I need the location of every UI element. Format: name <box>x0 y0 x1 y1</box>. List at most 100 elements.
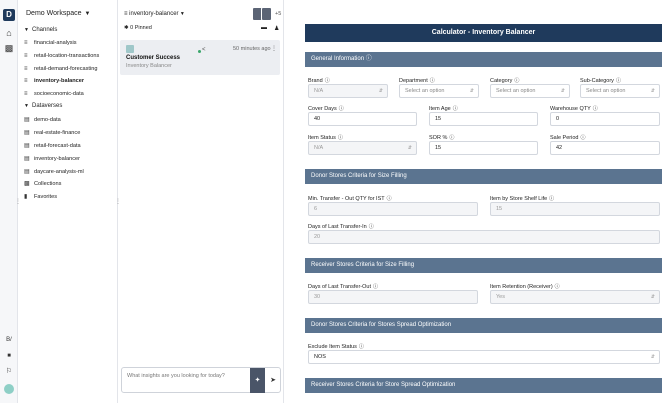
channel-item[interactable]: ≡ financial-analysis <box>24 40 77 46</box>
share-icon[interactable]: < <box>202 47 206 53</box>
message-title: Customer Success <box>126 55 181 61</box>
send-icon[interactable]: ➤ <box>267 372 279 390</box>
resize-handle[interactable]: ⋮ <box>15 198 21 205</box>
dataverse-item[interactable]: ▤ demo-data <box>24 116 61 123</box>
last-transfer-in-label: Days of Last Transfer-In ⓘ <box>308 224 374 230</box>
subcategory-label: Sub-Category ⓘ <box>580 78 621 84</box>
updown-icon: ⇵ <box>650 88 655 94</box>
chevron-down-icon: ▼ <box>84 11 91 17</box>
section-receiver-size: Receiver Stores Criteria for Size Fillin… <box>305 258 662 273</box>
item-age-label: Item Age ⓘ <box>429 106 458 112</box>
sor-label: SOR % ⓘ <box>429 135 455 141</box>
updown-icon: ⇵ <box>560 88 565 94</box>
channel-item[interactable]: ≡ socioeconomic-data <box>24 91 84 97</box>
section-donor-size: Donor Stores Criteria for Size Filling <box>305 169 662 184</box>
database-icon: ▤ <box>24 117 30 123</box>
caret-down-icon: ▼ <box>24 27 29 33</box>
item-age-input[interactable]: 15 <box>429 112 538 126</box>
category-select[interactable]: Select an option ⇵ <box>490 84 570 98</box>
member-count[interactable]: +5 <box>275 11 281 17</box>
database-icon: ▤ <box>24 130 30 136</box>
min-transfer-label: Min. Transfer - Out QTY for IST ⓘ <box>308 196 392 202</box>
retention-label: Item Retention (Receiver) ⓘ <box>490 284 560 290</box>
message-time: 50 minutes ago <box>233 46 271 52</box>
shelf-life-label: Item by Store Shelf Life ⓘ <box>490 196 555 202</box>
favorites-item[interactable]: ▮ Favorites <box>24 193 57 200</box>
last-transfer-in-input[interactable]: 20 <box>308 230 660 244</box>
user-icon[interactable]: ♟ <box>274 25 279 32</box>
rail-item-bv[interactable]: B/ <box>4 335 14 345</box>
briefcase-icon[interactable]: ▩ <box>4 43 14 53</box>
database-icon: ▤ <box>24 169 30 175</box>
channel-title: inventory-balancer <box>129 11 179 17</box>
pinned-toggle[interactable]: ✱ 0 Pinned <box>124 25 152 31</box>
chevron-down-icon: ▼ <box>178 11 185 17</box>
subcategory-select[interactable]: Select an option ⇵ <box>580 84 660 98</box>
dataverse-item[interactable]: ▤ real-estate-finance <box>24 129 80 136</box>
sor-input[interactable]: 15 <box>429 141 538 155</box>
dataverse-item[interactable]: ▤ inventory-balancer <box>24 155 80 162</box>
cover-days-input[interactable]: 40 <box>308 112 417 126</box>
user-avatar[interactable] <box>4 384 14 394</box>
section-receiver-spread: Receiver Stores Criteria for Store Sprea… <box>305 378 662 393</box>
caret-down-icon: ▼ <box>24 103 29 109</box>
retention-select[interactable]: Yes ⇵ <box>490 290 660 304</box>
workspace-selector[interactable]: Demo Workspace ▼ <box>26 10 90 17</box>
channel-icon: ≡ <box>24 66 28 72</box>
item-status-label: Item Status ⓘ <box>308 135 343 141</box>
ask-box[interactable]: What insights are you looking for today?… <box>121 367 281 393</box>
shelf-life-input[interactable]: 15 <box>490 202 660 216</box>
dataverse-item[interactable]: ▤ retail-forecast-data <box>24 142 81 149</box>
exclude-status-label: Exclude Item Status ⓘ <box>308 344 364 350</box>
sale-period-label: Sale Period ⓘ <box>550 135 586 141</box>
channels-label: Channels <box>32 27 58 33</box>
avatar <box>261 7 272 21</box>
calculator-title: Calculator - Inventory Balancer <box>305 24 662 42</box>
channel-item[interactable]: ≡ retail-demand-forecasting <box>24 66 97 72</box>
min-transfer-input[interactable]: 6 <box>308 202 478 216</box>
channel-icon: ≡ <box>24 53 28 59</box>
channels-section[interactable]: ▼ Channels <box>24 27 57 33</box>
resize-handle[interactable]: ⋮ <box>115 198 121 205</box>
updown-icon: ⇵ <box>469 88 474 94</box>
member-avatars[interactable] <box>252 7 274 21</box>
department-select[interactable]: Select an option ⇵ <box>399 84 479 98</box>
document-icon[interactable]: ■ <box>4 351 14 361</box>
more-icon[interactable]: ⋮ <box>271 45 277 52</box>
cover-days-label: Cover Days ⓘ <box>308 106 344 112</box>
briefcase-icon: ▩ <box>24 181 30 187</box>
app-logo[interactable]: D <box>3 9 15 21</box>
item-status-select[interactable]: N/A ⇵ <box>308 141 417 155</box>
sidebar: Demo Workspace ▼ ▼ Channels ≡ financial-ana… <box>15 0 118 403</box>
brand-select[interactable]: N/A ⇵ <box>308 84 388 98</box>
channel-item-active[interactable]: ≡ inventory-balancer <box>24 78 84 84</box>
flag-icon[interactable]: ⚐ <box>4 367 14 377</box>
dataverse-item[interactable]: ▤ daycare-analysis-ml <box>24 168 84 175</box>
last-transfer-out-input[interactable]: 30 <box>308 290 478 304</box>
magic-icon[interactable]: ✦ <box>250 368 265 393</box>
section-donor-spread: Donor Stores Criteria for Stores Spread … <box>305 318 662 333</box>
collections-item[interactable]: ▩ Collections <box>24 180 61 187</box>
warehouse-qty-label: Warehouse QTY ⓘ <box>550 106 598 112</box>
sale-period-input[interactable]: 42 <box>550 141 660 155</box>
dataverses-section[interactable]: ▼ Dataverses <box>24 103 62 109</box>
workspace-name: Demo Workspace <box>26 10 82 17</box>
bot-icon <box>126 45 134 53</box>
channel-icon: ≡ <box>24 78 28 84</box>
channel-header[interactable]: ≡ inventory-balancer ▼ <box>124 11 185 17</box>
department-label: Department ⓘ <box>399 78 435 84</box>
message-card[interactable]: < 50 minutes ago ⋮ Customer Success Inve… <box>120 40 280 75</box>
last-transfer-out-label: Days of Last Transfer-Out ⓘ <box>308 284 378 290</box>
updown-icon: ⇵ <box>650 354 655 360</box>
warehouse-qty-input[interactable]: 0 <box>550 112 660 126</box>
exclude-status-select[interactable]: NOS ⇵ <box>308 350 660 364</box>
database-icon: ▤ <box>24 143 30 149</box>
updown-icon: ⇵ <box>407 145 412 151</box>
brand-label: Brand ⓘ <box>308 78 330 84</box>
dataverses-label: Dataverses <box>32 103 63 109</box>
list-icon[interactable]: ▬ <box>261 25 267 31</box>
channel-item[interactable]: ≡ retail-location-transactions <box>24 53 99 59</box>
updown-icon: ⇵ <box>378 88 383 94</box>
ask-input[interactable]: What insights are you looking for today? <box>127 373 225 379</box>
home-icon[interactable]: ⌂ <box>4 28 14 38</box>
